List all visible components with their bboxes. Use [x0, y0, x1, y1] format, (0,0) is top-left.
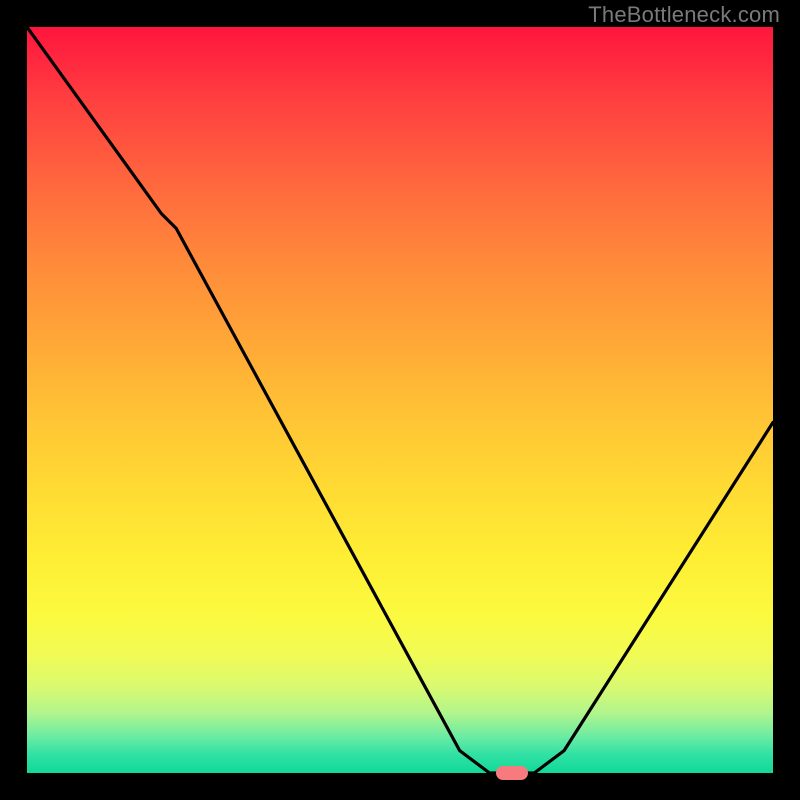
chart-plot-area [27, 27, 773, 773]
chart-curve [27, 27, 773, 773]
watermark-text: TheBottleneck.com [588, 2, 780, 28]
chart-marker [496, 766, 528, 780]
